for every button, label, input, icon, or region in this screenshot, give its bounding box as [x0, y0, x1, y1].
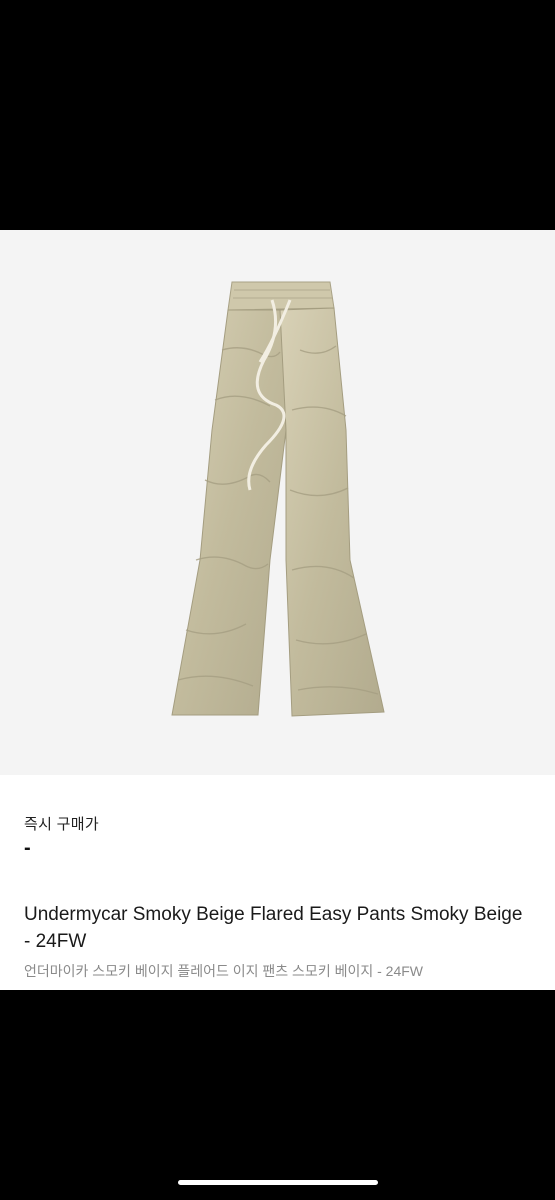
product-image[interactable]	[0, 230, 555, 775]
product-title-korean: 언더마이카 스모키 베이지 플레어드 이지 팬츠 스모키 베이지 - 24FW	[24, 963, 424, 979]
product-info: 즉시 구매가 - Undermycar Smoky Beige Flared E…	[0, 775, 555, 990]
price-label: 즉시 구매가	[24, 816, 99, 833]
product-title-english[interactable]: Undermycar Smoky Beige Flared Easy Pants…	[24, 901, 534, 955]
waistband	[227, 281, 335, 311]
screen: 즉시 구매가 - Undermycar Smoky Beige Flared E…	[0, 0, 555, 1200]
home-indicator[interactable]	[178, 1180, 378, 1185]
left-leg	[171, 309, 287, 716]
bottom-letterbox	[0, 990, 555, 1200]
pants-illustration	[171, 281, 385, 717]
price-value: -	[24, 837, 31, 859]
top-letterbox	[0, 0, 555, 230]
right-leg	[279, 307, 385, 717]
